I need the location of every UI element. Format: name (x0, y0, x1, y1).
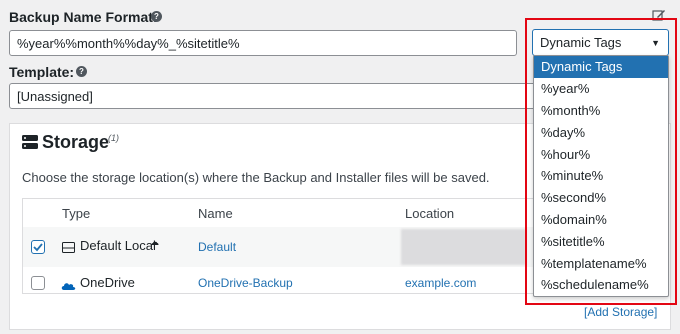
help-icon[interactable]: ? (76, 66, 87, 77)
column-header-location: Location (405, 206, 455, 221)
blurred-location (401, 229, 526, 265)
backup-name-format-label: Backup Name Format: (9, 9, 158, 25)
column-header-name: Name (198, 206, 233, 221)
cloud-upload-icon: ☁ (150, 237, 159, 247)
onedrive-type: OneDrive (80, 275, 135, 290)
backup-name-input[interactable]: %year%%month%%day%_%sitetitle% (9, 30, 517, 56)
onedrive-checkbox[interactable] (31, 276, 45, 290)
backup-name-input-value: %year%%month%%day%_%sitetitle% (17, 35, 240, 51)
default-local-type: Default Local (80, 238, 156, 253)
onedrive-backup-link[interactable]: OneDrive-Backup (198, 276, 293, 290)
template-select[interactable]: [Unassigned] (9, 83, 569, 109)
add-storage-link[interactable]: [Add Storage] (584, 305, 657, 319)
help-icon[interactable]: ? (151, 11, 162, 22)
storage-description: Choose the storage location(s) where the… (22, 170, 490, 185)
template-label: Template: (9, 64, 75, 80)
database-icon (22, 135, 38, 149)
highlight-box (525, 18, 677, 305)
template-select-value: [Unassigned] (17, 88, 93, 104)
onedrive-icon (61, 278, 76, 290)
storage-title: Storage (42, 132, 110, 152)
storage-count: (1) (108, 133, 119, 143)
default-storage-link[interactable]: Default (198, 240, 236, 254)
hard-drive-icon (62, 240, 75, 253)
onedrive-location-link[interactable]: example.com (405, 276, 476, 290)
default-local-checkbox[interactable] (31, 240, 45, 254)
column-header-type: Type (62, 206, 91, 221)
